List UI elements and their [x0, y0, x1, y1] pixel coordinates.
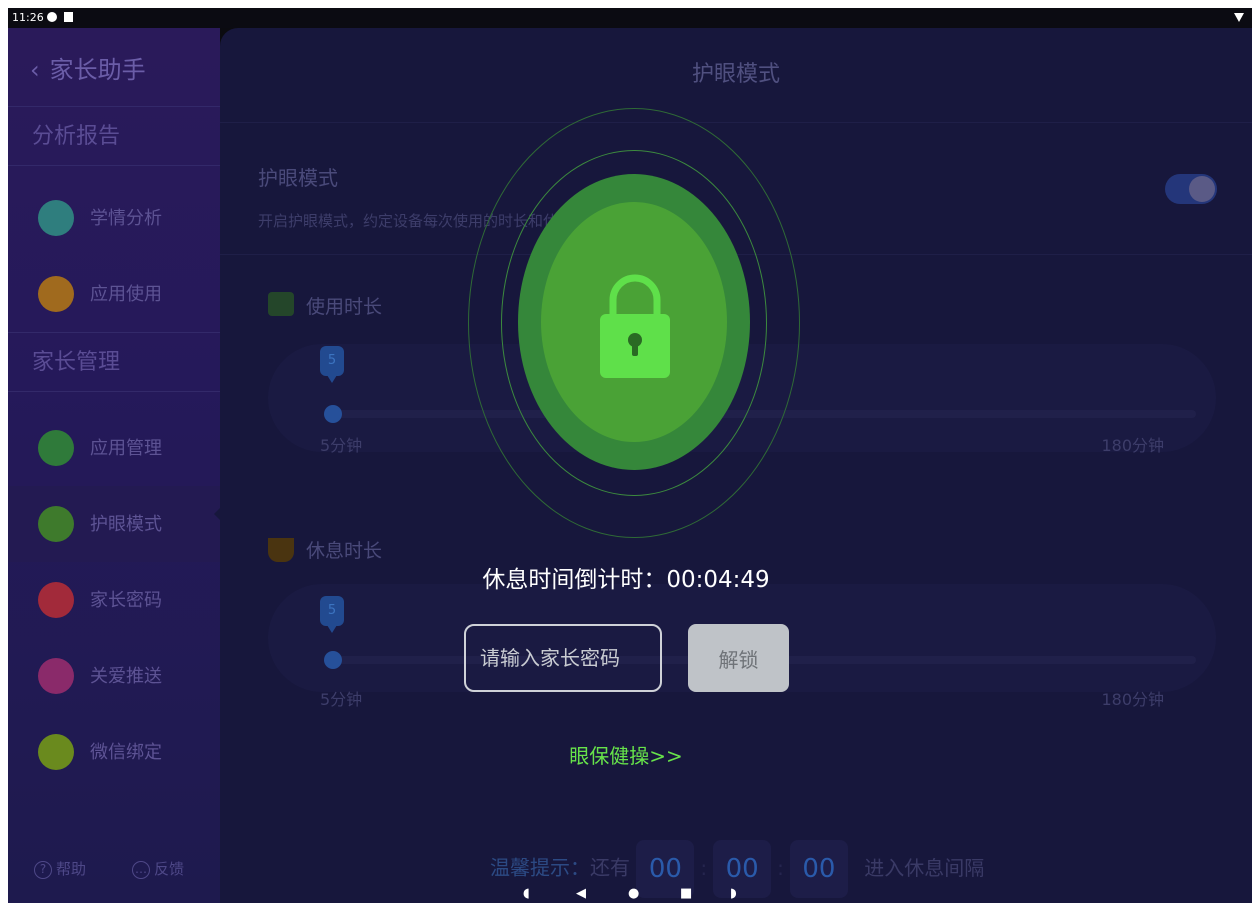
send-icon — [38, 658, 74, 694]
eye-icon — [38, 506, 74, 542]
rest-slider-thumb[interactable] — [324, 651, 342, 669]
eye-exercise-link[interactable]: 眼保健操>> — [0, 740, 1252, 769]
rest-duration-label: 休息时长 — [306, 540, 383, 562]
navigation-bar: ◖ ◀ ● ■ ◗ — [8, 883, 1252, 903]
shield-status-icon — [47, 12, 57, 22]
wifi-icon — [1234, 13, 1244, 22]
rest-countdown: 休息时间倒计时：00:04:49 — [0, 560, 1252, 594]
volume-up-icon[interactable]: ◗ — [730, 886, 737, 901]
countdown-label: 休息时间倒计时： — [482, 567, 667, 593]
sidebar-item-study-analysis[interactable]: 学情分析 — [8, 180, 220, 256]
usage-duration-label: 使用时长 — [306, 296, 383, 318]
feedback-label: 反馈 — [154, 860, 185, 878]
back-nav-icon[interactable]: ◀ — [576, 886, 586, 901]
toggle-knob — [1189, 176, 1215, 202]
tip-separator: : — [700, 855, 708, 880]
countdown-value: 00:04:49 — [666, 567, 770, 593]
unlock-button[interactable]: 解锁 — [688, 624, 789, 692]
help-label: 帮助 — [56, 860, 87, 878]
sidebar-item-eye-mode[interactable]: 护眼模式 — [8, 486, 220, 562]
status-bar: 11:26 — [8, 8, 1252, 28]
sidebar-item-app-management[interactable]: 应用管理 — [8, 410, 220, 486]
sidebar-item-label: 应用使用 — [90, 284, 162, 305]
sidebar-item-label: 学情分析 — [90, 208, 162, 229]
sidebar-item-label: 应用管理 — [90, 438, 162, 459]
feedback-button[interactable]: … 反馈 — [132, 858, 184, 879]
book-icon — [268, 292, 294, 316]
parent-password-input[interactable] — [464, 624, 662, 692]
help-icon: ? — [34, 860, 52, 879]
setting-title: 护眼模式 — [258, 166, 338, 190]
sidebar-item-app-usage[interactable]: 应用使用 — [8, 256, 220, 332]
section-analysis-report: 分析报告 — [8, 106, 220, 166]
status-time: 11:26 — [12, 11, 44, 24]
tip-separator: : — [777, 855, 784, 880]
padlock-icon — [600, 274, 670, 378]
sidebar-item-label: 关爱推送 — [90, 666, 162, 687]
bar-chart-icon — [38, 276, 74, 312]
usage-min-label: 5分钟 — [320, 436, 363, 455]
sidebar-title: 家长助手 — [49, 56, 146, 84]
eye-mode-toggle[interactable] — [1165, 174, 1217, 204]
volume-down-icon[interactable]: ◖ — [523, 886, 530, 901]
rest-max-label: 180分钟 — [1101, 690, 1164, 709]
apps-icon — [38, 430, 74, 466]
recents-nav-icon[interactable]: ■ — [680, 886, 692, 901]
page-title: 护眼模式 — [220, 28, 1252, 123]
home-nav-icon[interactable]: ● — [628, 886, 639, 901]
back-chevron-icon: ‹ — [30, 56, 40, 84]
rest-value-bubble: 5 — [320, 596, 344, 633]
sim-status-icon — [64, 12, 73, 22]
section-parent-management: 家长管理 — [8, 332, 220, 392]
tip-suffix: 进入休息间隔 — [864, 855, 985, 880]
tip-middle: 还有 — [590, 855, 630, 880]
rest-min-label: 5分钟 — [320, 690, 363, 709]
sidebar-item-label: 护眼模式 — [90, 514, 162, 535]
feedback-icon: … — [132, 860, 150, 879]
coffee-icon — [268, 538, 294, 562]
usage-value-bubble: 5 — [320, 346, 344, 383]
tip-prefix: 温馨提示： — [490, 855, 590, 880]
back-button[interactable]: ‹ 家长助手 — [30, 50, 146, 85]
usage-max-label: 180分钟 — [1101, 436, 1164, 455]
help-button[interactable]: ? 帮助 — [34, 858, 86, 879]
usage-slider-thumb[interactable] — [324, 405, 342, 423]
sidebar-item-care-push[interactable]: 关爱推送 — [8, 638, 220, 714]
sidebar: ‹ 家长助手 分析报告 学情分析 应用使用 家长管理 应用管理 护眼模式 家长密码… — [8, 28, 220, 903]
chart-icon — [38, 200, 74, 236]
